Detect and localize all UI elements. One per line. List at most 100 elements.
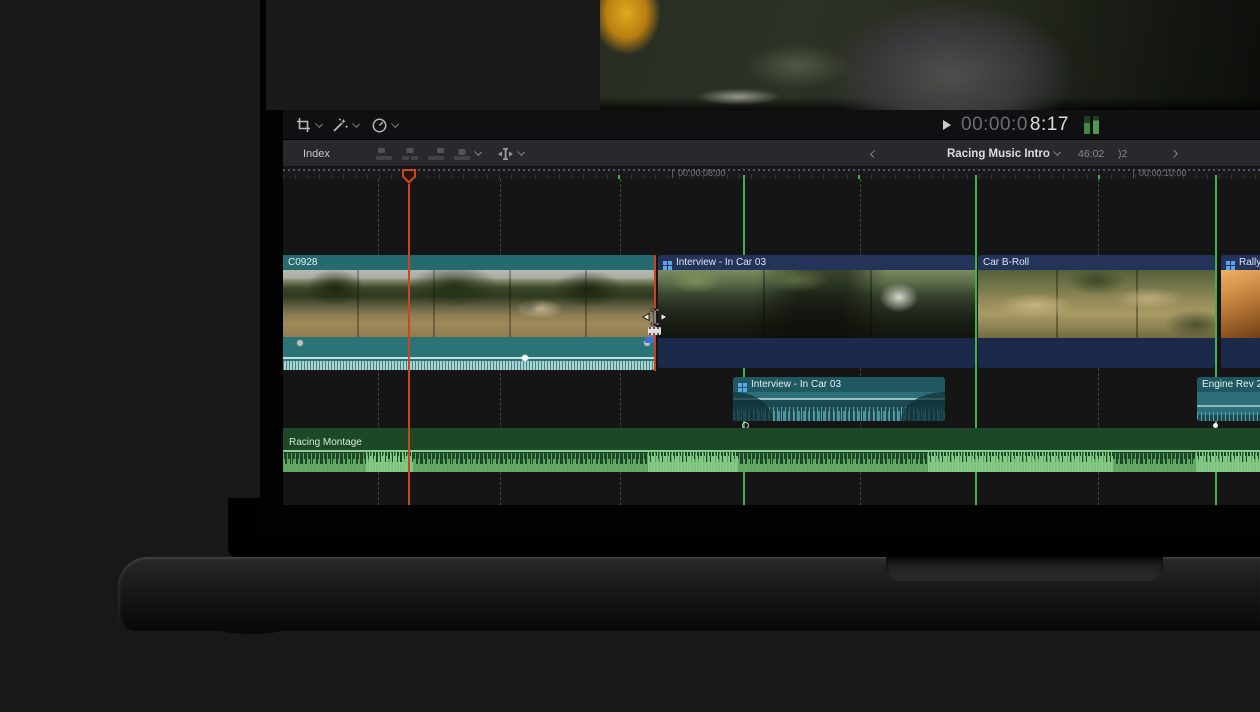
timecode-display[interactable]: 00:00:08:17: [961, 110, 1069, 140]
video-clip-car-b-roll[interactable]: Car B-Roll: [978, 255, 1215, 368]
clip-name: Racing Montage: [289, 437, 362, 448]
clip-header: Interview - In Car 03: [733, 377, 945, 392]
clip-audio-area: [1221, 338, 1260, 368]
duration-fragment: )2: [1118, 140, 1127, 167]
clip-audio-area: [658, 338, 975, 368]
chevron-down-icon[interactable]: [474, 148, 482, 156]
clip-header: Engine Rev 2: [1197, 377, 1260, 392]
timeline-ruler[interactable]: 00:00:08:00 00:00:10:00: [283, 167, 1260, 179]
fade-handle[interactable]: [296, 339, 304, 347]
clip-filmstrip: [1221, 270, 1260, 338]
trim-audio-badge: [645, 337, 654, 343]
volume-line[interactable]: [733, 398, 945, 400]
ruler-major-tick: [672, 169, 673, 178]
laptop-screen: 00:00:08:17 Index: [260, 0, 1260, 535]
append-icon: [427, 147, 445, 161]
play-button[interactable]: [943, 110, 951, 140]
timeline-header: Index: [283, 140, 1260, 167]
timecode-dim: 00:00:0: [961, 114, 1028, 136]
clip-audio-area: [978, 338, 1215, 368]
project-duration: 46:02: [1078, 140, 1104, 167]
chevron-down-icon: [1053, 148, 1061, 156]
insert-edit-button[interactable]: [401, 140, 419, 167]
previous-project-button[interactable]: [871, 140, 877, 167]
viewer-video-frame: [600, 0, 1260, 110]
connect-edit-button[interactable]: [375, 140, 393, 167]
audio-meter-right[interactable]: [1093, 116, 1099, 134]
playhead-head-inner: [404, 171, 414, 181]
duration-value: 46:02: [1078, 148, 1104, 160]
video-clip-c0928[interactable]: C0928: [283, 255, 655, 370]
chevron-down-icon[interactable]: [315, 120, 323, 128]
audio-waveform-loud: [928, 450, 1113, 472]
chevron-right-icon: [1170, 150, 1178, 158]
clip-name: Interview - In Car 03: [676, 257, 766, 268]
timecode-bright: 8:17: [1030, 114, 1069, 136]
trim-cursor: [642, 306, 668, 333]
audio-waveform: [1197, 409, 1260, 421]
trim-tool-button[interactable]: [497, 140, 524, 167]
volume-line[interactable]: [283, 357, 655, 359]
viewer-toolbar: 00:00:08:17: [283, 110, 1260, 140]
audio-waveform-loud: [1196, 450, 1260, 472]
enhancements-wand-icon: [331, 117, 349, 134]
next-project-button[interactable]: [1171, 140, 1177, 167]
clip-name: Rally Ra: [1239, 257, 1260, 268]
macbook-scene: 00:00:08:17 Index: [0, 0, 1260, 712]
chevron-down-icon[interactable]: [352, 120, 360, 128]
laptop-lid-notch: [886, 557, 1163, 581]
volume-line[interactable]: [1197, 405, 1260, 407]
clip-header: Rally Ra: [1221, 255, 1260, 270]
connect-icon: [375, 147, 393, 161]
append-edit-button[interactable]: [427, 140, 445, 167]
project-title: Racing Music Intro: [947, 148, 1050, 160]
trim-tool-icon: [497, 147, 514, 161]
chevron-down-icon[interactable]: [517, 148, 525, 156]
music-clip-racing-montage[interactable]: Racing Montage: [283, 428, 1260, 472]
ruler-timecode-right: 00:00:10:00: [1139, 168, 1187, 178]
clip-name: Interview - In Car 03: [751, 379, 841, 390]
multicam-icon: [663, 261, 667, 265]
video-clip-interview[interactable]: Interview - In Car 03: [658, 255, 975, 368]
enhancements-button[interactable]: [331, 110, 359, 140]
audio-clip-engine-rev[interactable]: Engine Rev 2: [1197, 377, 1260, 421]
clip-filmstrip: [658, 270, 975, 338]
clip-body: [1197, 392, 1260, 421]
video-clip-rally[interactable]: Rally Ra: [1221, 255, 1260, 368]
chevron-left-icon: [870, 150, 878, 158]
overwrite-edit-button[interactable]: [453, 140, 481, 167]
laptop-base: [118, 557, 1260, 631]
timeline-tracks: C0928 Interview - In Car 03: [283, 179, 1260, 505]
index-label: Index: [303, 148, 330, 160]
duration-fragment-value: )2: [1118, 148, 1127, 160]
playhead-line[interactable]: [408, 184, 410, 505]
clip-name: Engine Rev 2: [1202, 379, 1260, 390]
clip-name: C0928: [288, 257, 317, 268]
play-icon: [943, 120, 951, 130]
clip-header: Interview - In Car 03: [658, 255, 975, 270]
audio-waveform: [283, 450, 1260, 472]
crop-button[interactable]: [295, 110, 322, 140]
multicam-icon: [738, 383, 742, 387]
project-title-menu[interactable]: Racing Music Intro: [947, 140, 1060, 167]
multicam-icon: [1226, 261, 1230, 265]
audio-waveform-loud: [648, 450, 738, 472]
retime-button[interactable]: [371, 110, 398, 140]
insert-icon: [401, 147, 419, 161]
overwrite-icon: [453, 147, 471, 161]
crop-icon: [295, 117, 312, 133]
ruler-major-tick: [1133, 169, 1134, 178]
clip-filmstrip: [978, 270, 1215, 338]
volume-keyframe[interactable]: [522, 355, 528, 361]
audio-waveform-loud: [366, 450, 413, 472]
chevron-down-icon[interactable]: [391, 120, 399, 128]
index-button[interactable]: Index: [303, 140, 330, 167]
clip-name: Car B-Roll: [983, 257, 1029, 268]
audio-clip-interview[interactable]: Interview - In Car 03: [733, 377, 945, 421]
retime-icon: [371, 117, 388, 134]
viewer-background: [266, 0, 600, 110]
clip-header: Car B-Roll: [978, 255, 1215, 270]
audio-meter-left[interactable]: [1084, 116, 1090, 134]
ruler-dotted-line: [283, 169, 1260, 171]
audio-waveform: [283, 361, 655, 370]
